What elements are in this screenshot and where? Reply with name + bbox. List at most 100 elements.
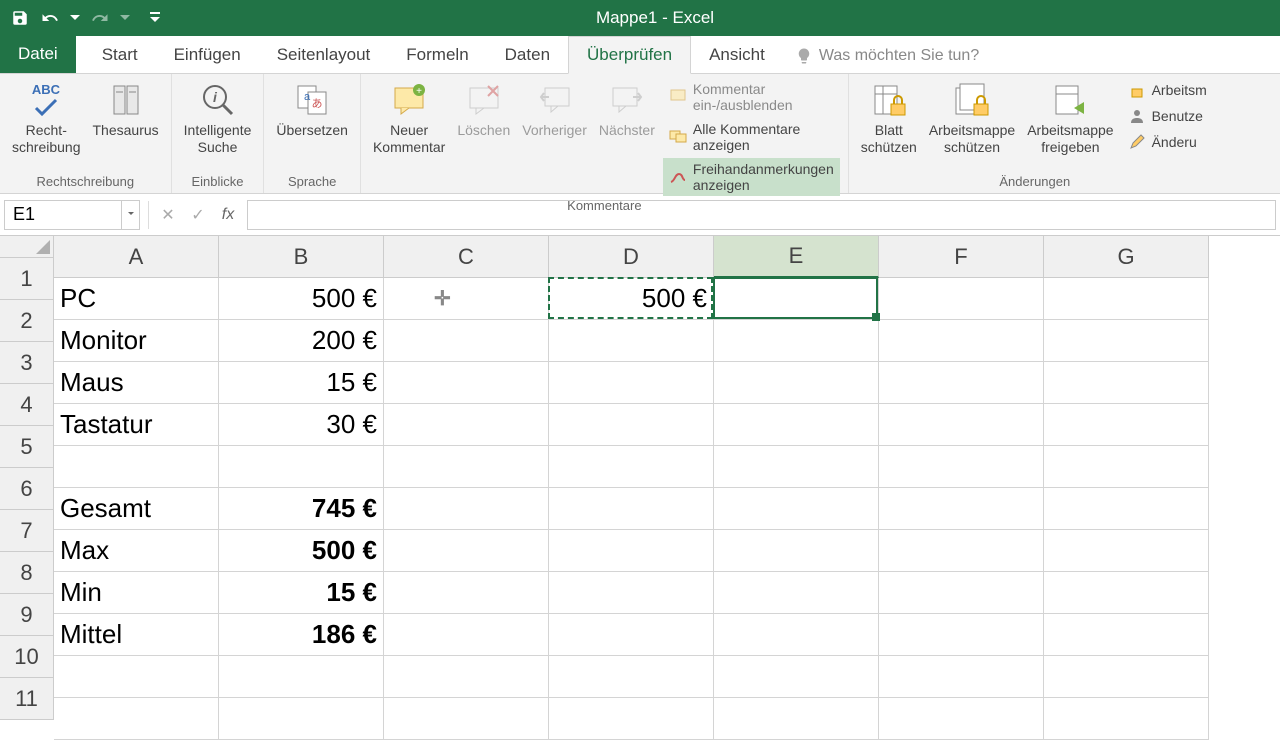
row-header[interactable]: 4 [0,384,54,426]
cell[interactable] [384,488,549,530]
cell[interactable] [549,656,714,698]
cell[interactable] [879,362,1044,404]
cell[interactable] [549,362,714,404]
cell[interactable] [219,446,384,488]
protect-workbook-button[interactable]: Arbeitsmappe schützen [925,78,1019,158]
cell[interactable] [384,362,549,404]
cell[interactable] [1044,320,1209,362]
row-header[interactable]: 7 [0,510,54,552]
cell[interactable] [879,614,1044,656]
cell[interactable] [1044,572,1209,614]
redo-icon[interactable] [90,8,110,28]
new-comment-button[interactable]: + Neuer Kommentar [369,78,449,158]
cell[interactable] [549,572,714,614]
select-all-corner[interactable] [0,236,54,258]
cell[interactable] [1044,446,1209,488]
cell[interactable]: Tastatur [54,404,219,446]
tab-daten[interactable]: Daten [487,37,568,73]
cell[interactable] [879,278,1044,320]
tab-einfügen[interactable]: Einfügen [156,37,259,73]
row-header[interactable]: 5 [0,426,54,468]
cell[interactable] [879,488,1044,530]
cell[interactable] [384,278,549,320]
track-changes-button[interactable]: Änderu [1122,130,1213,154]
cell[interactable]: Mittel [54,614,219,656]
save-icon[interactable] [10,8,30,28]
smart-lookup-button[interactable]: i Intelligente Suche [180,78,256,158]
row-header[interactable]: 11 [0,678,54,720]
thesaurus-button[interactable]: Thesaurus [89,78,163,141]
confirm-formula-button[interactable]: ✓ [183,200,213,230]
tell-me-search[interactable]: Was möchten Sie tun? [783,39,991,73]
next-comment-button[interactable]: Nächster [595,78,659,141]
cell[interactable]: Monitor [54,320,219,362]
column-header[interactable]: F [879,236,1044,278]
cell[interactable] [1044,362,1209,404]
cell[interactable] [714,698,879,740]
undo-dropdown-icon[interactable] [70,8,80,28]
tab-überprüfen[interactable]: Überprüfen [568,36,691,74]
cell[interactable] [714,404,879,446]
row-header[interactable]: 6 [0,468,54,510]
cell[interactable]: 186 € [219,614,384,656]
cell[interactable] [384,572,549,614]
cell[interactable] [714,572,879,614]
cell[interactable] [879,320,1044,362]
cell[interactable]: 500 € [219,278,384,320]
tab-seitenlayout[interactable]: Seitenlayout [259,37,389,73]
name-box[interactable]: E1 [4,200,122,230]
show-ink-button[interactable]: Freihandanmerkungen anzeigen [663,158,840,196]
cell[interactable] [384,404,549,446]
cell[interactable]: 200 € [219,320,384,362]
cell[interactable]: PC [54,278,219,320]
file-tab[interactable]: Datei [0,35,76,73]
row-header[interactable]: 1 [0,258,54,300]
cell[interactable]: 15 € [219,572,384,614]
toggle-comment-button[interactable]: Kommentar ein-/ausblenden [663,78,840,116]
tab-ansicht[interactable]: Ansicht [691,37,783,73]
protect-sheet-button[interactable]: Blatt schützen [857,78,921,158]
row-header[interactable]: 8 [0,552,54,594]
cell[interactable] [384,614,549,656]
cell[interactable] [879,404,1044,446]
column-header[interactable]: B [219,236,384,278]
allow-users-button[interactable]: Benutze [1122,104,1213,128]
cell[interactable] [549,530,714,572]
row-header[interactable]: 10 [0,636,54,678]
cell[interactable] [714,530,879,572]
cell[interactable] [1044,530,1209,572]
tab-formeln[interactable]: Formeln [388,37,486,73]
cell[interactable]: 15 € [219,362,384,404]
cell[interactable] [549,320,714,362]
tab-start[interactable]: Start [84,37,156,73]
row-header[interactable]: 2 [0,300,54,342]
undo-icon[interactable] [40,8,60,28]
cell[interactable] [1044,404,1209,446]
cell[interactable] [1044,656,1209,698]
cell[interactable] [879,446,1044,488]
cell[interactable] [714,488,879,530]
cell[interactable]: Maus [54,362,219,404]
cell[interactable] [54,656,219,698]
column-header[interactable]: D [549,236,714,278]
cell[interactable]: 500 € [549,278,714,320]
cell[interactable] [714,614,879,656]
cell[interactable] [879,530,1044,572]
column-header[interactable]: E [714,236,879,278]
cell[interactable] [714,656,879,698]
column-header[interactable]: C [384,236,549,278]
cell-grid[interactable]: PC500 €500 €Monitor200 €Maus15 €Tastatur… [54,278,1280,740]
cell[interactable]: Min [54,572,219,614]
formula-input[interactable] [247,200,1276,230]
row-header[interactable]: 3 [0,342,54,384]
cell[interactable] [1044,698,1209,740]
protect-share-button[interactable]: Arbeitsm [1122,78,1213,102]
cell[interactable] [714,362,879,404]
cell[interactable] [549,488,714,530]
column-header[interactable]: G [1044,236,1209,278]
cell[interactable] [219,698,384,740]
cell[interactable] [714,278,879,320]
cell[interactable] [219,656,384,698]
cell[interactable] [549,446,714,488]
qat-customize-icon[interactable] [150,8,160,28]
